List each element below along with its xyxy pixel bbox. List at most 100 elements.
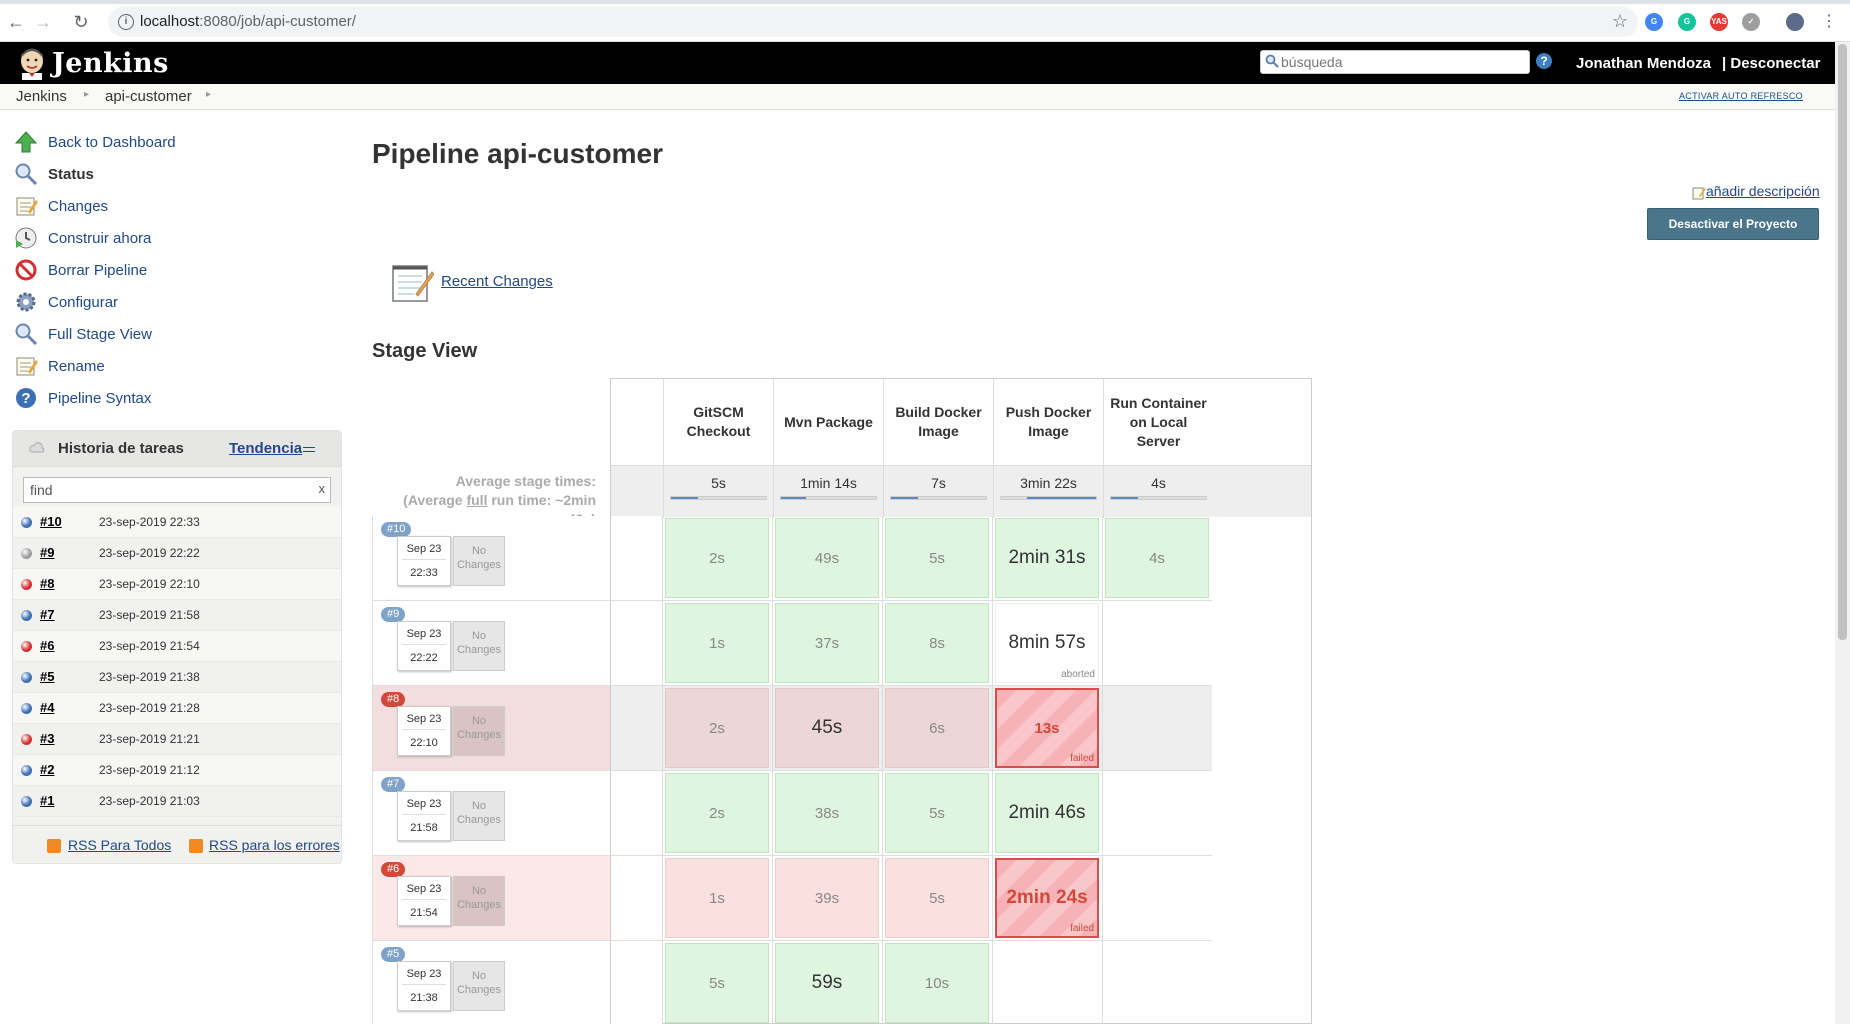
sidebar-item-full-stage-view[interactable]: Full Stage View	[14, 318, 334, 350]
sidebar-item-delete-pipeline[interactable]: Borrar Pipeline	[14, 254, 334, 286]
trend-link[interactable]: Tendencia	[229, 440, 302, 457]
stage-duration-box[interactable]	[1105, 858, 1209, 938]
stage-cell[interactable]: 45s	[772, 686, 882, 771]
build-number-link[interactable]: #5	[40, 669, 54, 684]
rss-all-link[interactable]: RSS Para Todos	[68, 837, 171, 853]
search-box[interactable]	[1260, 50, 1530, 74]
stage-duration-box[interactable]: 59s	[775, 943, 879, 1023]
build-history-row[interactable]: #6 23-sep-2019 21:54	[13, 631, 341, 662]
build-badge[interactable]: #8	[381, 692, 406, 707]
sidebar-item-configure[interactable]: Configurar	[14, 286, 334, 318]
build-filter[interactable]: x	[23, 477, 331, 503]
stage-duration-box[interactable]: 2s	[665, 773, 769, 853]
build-history-row[interactable]: #4 23-sep-2019 21:28	[13, 693, 341, 724]
stage-cell[interactable]	[1102, 941, 1212, 1024]
build-badge[interactable]: #5	[381, 947, 406, 962]
stage-cell[interactable]: 8min 57s aborted	[992, 601, 1102, 686]
build-date[interactable]: 23-sep-2019 22:22	[99, 546, 200, 560]
stage-cell[interactable]: 49s	[772, 516, 882, 601]
stage-duration-box[interactable]: 2min 24s failed	[995, 858, 1099, 938]
stage-duration-box[interactable]: 1s	[665, 858, 769, 938]
rss-icon[interactable]	[189, 839, 203, 853]
build-number-link[interactable]: #9	[40, 545, 54, 560]
stage-cell[interactable]	[1102, 771, 1212, 856]
auto-refresh-link[interactable]: ACTIVAR AUTO REFRESCO	[1679, 91, 1803, 101]
build-badge[interactable]: #7	[381, 777, 406, 792]
stage-cell[interactable]: 1s	[662, 856, 772, 941]
sidebar-item-changes[interactable]: Changes	[14, 190, 334, 222]
build-history-row[interactable]: #2 23-sep-2019 21:12	[13, 755, 341, 786]
page-scrollbar[interactable]	[1835, 42, 1850, 1024]
sidebar-item-pipeline-syntax[interactable]: ? Pipeline Syntax	[14, 382, 334, 414]
stage-duration-box[interactable]: 5s	[665, 943, 769, 1023]
stage-cell[interactable]: 5s	[882, 771, 992, 856]
stage-duration-box[interactable]: 13s failed	[995, 688, 1099, 768]
back-arrow-icon[interactable]: ←	[5, 11, 27, 33]
stage-cell[interactable]: 1s	[662, 601, 772, 686]
stage-duration-box[interactable]: 8s	[885, 603, 989, 683]
build-date-box[interactable]: Sep 23 21:54	[397, 876, 451, 926]
build-history-row[interactable]: #5 23-sep-2019 21:38	[13, 662, 341, 693]
sidebar-item-build-now[interactable]: Construir ahora	[14, 222, 334, 254]
stage-cell[interactable]: 6s	[882, 686, 992, 771]
build-number-link[interactable]: #8	[40, 576, 54, 591]
scrollbar-thumb[interactable]	[1838, 44, 1847, 640]
stage-duration-box[interactable]: 5s	[885, 858, 989, 938]
user-link[interactable]: Jonathan Mendoza	[1576, 55, 1711, 72]
stage-cell[interactable]: 10s	[882, 941, 992, 1024]
stage-cell[interactable]: 37s	[772, 601, 882, 686]
stage-duration-box[interactable]: 39s	[775, 858, 879, 938]
stage-duration-box[interactable]: 37s	[775, 603, 879, 683]
build-number-link[interactable]: #4	[40, 700, 54, 715]
build-date[interactable]: 23-sep-2019 21:28	[99, 701, 200, 715]
build-date-box[interactable]: Sep 23 22:33	[397, 536, 451, 586]
help-icon[interactable]: ?	[1536, 53, 1552, 69]
bookmark-star-icon[interactable]: ☆	[1612, 11, 1628, 32]
stage-cell[interactable]: 13s failed	[992, 686, 1102, 771]
info-icon[interactable]: i	[118, 14, 134, 30]
stage-cell[interactable]: 2s	[662, 771, 772, 856]
stage-duration-box[interactable]	[1105, 688, 1209, 768]
build-date[interactable]: 23-sep-2019 21:54	[99, 639, 200, 653]
logout-link[interactable]: | Desconectar	[1722, 55, 1820, 72]
build-history-row[interactable]: #1 23-sep-2019 21:03	[13, 786, 341, 817]
stage-cell[interactable]: 38s	[772, 771, 882, 856]
stage-duration-box[interactable]: 4s	[1105, 518, 1209, 598]
build-history-row[interactable]: #9 23-sep-2019 22:22	[13, 538, 341, 569]
build-number-link[interactable]: #1	[40, 793, 54, 808]
jenkins-logo[interactable]: Jenkins	[16, 46, 169, 80]
breadcrumb-separator-icon[interactable]: ▸	[84, 89, 89, 100]
build-badge[interactable]: #10	[381, 522, 412, 537]
breadcrumb-separator-icon[interactable]: ▸	[206, 89, 211, 100]
build-badge[interactable]: #6	[381, 862, 406, 877]
stage-cell[interactable]: 2min 31s	[992, 516, 1102, 601]
profile-avatar[interactable]	[1786, 13, 1804, 31]
add-description-link[interactable]: añadir descripción	[1690, 183, 1820, 199]
menu-dots-icon[interactable]: ⋮	[1818, 11, 1840, 33]
build-number-link[interactable]: #6	[40, 638, 54, 653]
stage-duration-box[interactable]: 38s	[775, 773, 879, 853]
build-date[interactable]: 23-sep-2019 21:12	[99, 763, 200, 777]
stage-cell[interactable]	[1102, 686, 1212, 771]
trend-minus-icon[interactable]	[303, 447, 315, 452]
no-changes-box[interactable]: No Changes	[453, 706, 505, 756]
stage-cell[interactable]: 5s	[882, 516, 992, 601]
build-date-box[interactable]: Sep 23 21:58	[397, 791, 451, 841]
build-number-link[interactable]: #2	[40, 762, 54, 777]
grammarly-extension-icon[interactable]: G	[1678, 13, 1696, 31]
build-date-box[interactable]: Sep 23 21:38	[397, 961, 451, 1011]
stage-duration-box[interactable]: 49s	[775, 518, 879, 598]
build-date-box[interactable]: Sep 23 22:10	[397, 706, 451, 756]
build-badge[interactable]: #9	[381, 607, 406, 622]
build-history-row[interactable]: #10 23-sep-2019 22:33	[13, 507, 341, 538]
sidebar-item-rename[interactable]: Rename	[14, 350, 334, 382]
stage-duration-box[interactable]: 2min 31s	[995, 518, 1099, 598]
stage-duration-box[interactable]: 2min 46s	[995, 773, 1099, 853]
rss-failures-link[interactable]: RSS para los errores	[209, 837, 340, 853]
stage-cell[interactable]: 2min 46s	[992, 771, 1102, 856]
build-date[interactable]: 23-sep-2019 21:38	[99, 670, 200, 684]
translate-extension-icon[interactable]: G	[1645, 13, 1663, 31]
stage-cell[interactable]: 4s	[1102, 516, 1212, 601]
no-changes-box[interactable]: No Changes	[453, 536, 505, 586]
build-number-link[interactable]: #3	[40, 731, 54, 746]
